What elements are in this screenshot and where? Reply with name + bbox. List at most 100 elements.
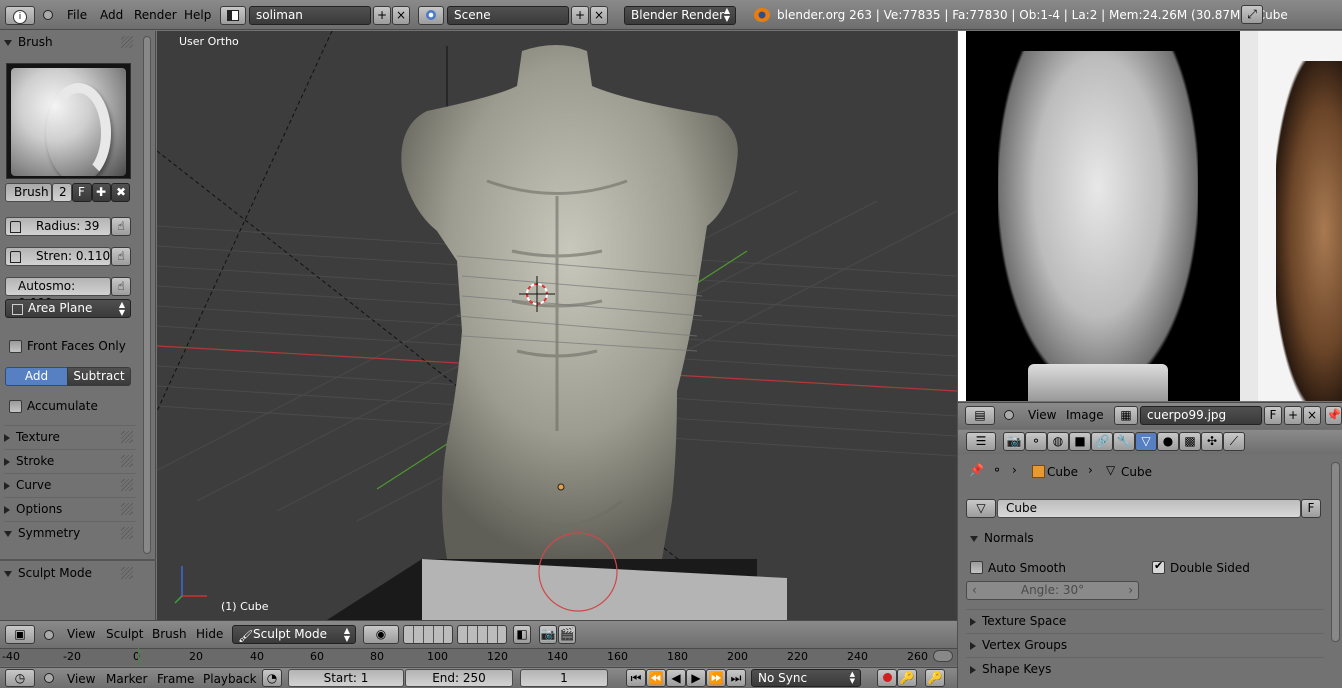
image-pin-button[interactable]: 📌 <box>1325 406 1342 425</box>
curve-panel-header[interactable]: Curve <box>4 473 136 496</box>
properties-scrollbar[interactable] <box>1331 462 1340 642</box>
sync-mode-dropdown[interactable]: No Sync ▲ ▼ <box>751 669 861 687</box>
symmetry-panel-header[interactable]: Symmetry <box>4 521 136 544</box>
menu-add[interactable]: Add <box>100 0 123 30</box>
auto-keying-button[interactable] <box>877 669 897 687</box>
menu-file[interactable]: File <box>67 0 87 30</box>
jump-start-button[interactable]: ⏮ <box>626 669 646 687</box>
mesh-data-tab-icon[interactable]: ▽ <box>1135 432 1157 451</box>
layers-group-a[interactable] <box>403 625 453 644</box>
viewport-menu-sculpt[interactable]: Sculpt <box>106 627 143 641</box>
strength-pressure-toggle[interactable]: ☝ <box>111 247 131 266</box>
screen-layout-button[interactable] <box>220 6 246 25</box>
brush-name-field[interactable]: Brush <box>5 183 52 202</box>
object-tab-icon[interactable]: ■ <box>1069 432 1091 451</box>
brush-preview[interactable] <box>6 63 131 179</box>
material-tab-icon[interactable]: ● <box>1157 432 1179 451</box>
render-engine-dropdown[interactable]: Blender Render ▲ ▼ <box>624 6 736 25</box>
viewport-menu-hide[interactable]: Hide <box>196 627 223 641</box>
layers-group-b[interactable] <box>457 625 507 644</box>
double-sided-checkbox[interactable]: ✔ <box>1152 559 1165 574</box>
auto-smooth-checkbox[interactable] <box>970 561 983 574</box>
viewport-3d[interactable]: User Ortho (1) Cube <box>157 31 957 620</box>
stroke-panel-header[interactable]: Stroke <box>4 449 136 472</box>
fullscreen-button[interactable]: ⤢ <box>1241 5 1263 24</box>
insert-keyframe-button[interactable]: 🔑 <box>925 669 945 687</box>
sculpt-mode-panel-header[interactable]: Sculpt Mode <box>4 562 136 584</box>
timeline-ruler[interactable]: -40 -20 0 20 40 60 80 100 120 140 160 18… <box>0 648 957 666</box>
viewport-menu-brush[interactable]: Brush <box>152 627 187 641</box>
timeline-menu-view[interactable]: View <box>67 672 95 686</box>
sculpt-plane-dropdown[interactable]: Area Plane ▲ ▼ <box>5 299 131 318</box>
image-fake-user-button[interactable]: F <box>1264 406 1282 425</box>
shape-keys-panel-header[interactable]: Shape Keys <box>966 657 1324 679</box>
timeline-menu-frame[interactable]: Frame <box>157 672 194 686</box>
brush-add-button[interactable]: ✚ <box>92 183 111 202</box>
image-unlink-button[interactable]: × <box>1303 406 1321 425</box>
current-frame-field[interactable]: 1 <box>520 669 608 687</box>
mesh-name-field[interactable]: Cube <box>997 499 1301 518</box>
render-image-button[interactable]: 📷 <box>539 625 557 644</box>
remove-scene-button[interactable]: × <box>590 6 608 25</box>
brush-remove-button[interactable]: ✖ <box>111 183 130 202</box>
timeline-scrollbar[interactable] <box>933 650 953 662</box>
current-frame-marker[interactable] <box>138 648 139 666</box>
scene-browse-button[interactable] <box>418 6 444 25</box>
timeline-menu-marker[interactable]: Marker <box>106 672 147 686</box>
brush-fake-user-button[interactable]: F <box>72 183 92 202</box>
opengl-render-button[interactable]: ◧ <box>513 625 531 644</box>
autosmooth-slider[interactable]: Autosmo: 0.000 <box>5 277 111 310</box>
options-panel-header[interactable]: Options <box>4 497 136 520</box>
image-menu-view[interactable]: View <box>1028 408 1056 422</box>
preview-range-button[interactable]: ◔ <box>262 669 282 687</box>
autosmooth-pressure-toggle[interactable]: ☝ <box>111 277 131 296</box>
particles-tab-icon[interactable]: ✣ <box>1201 432 1223 451</box>
collapse-menu-icon[interactable] <box>44 673 54 683</box>
front-faces-checkbox[interactable] <box>9 340 22 353</box>
menu-render[interactable]: Render <box>134 0 177 30</box>
texture-space-panel-header[interactable]: Texture Space <box>966 609 1324 631</box>
modifiers-tab-icon[interactable]: 🔧 <box>1113 432 1135 451</box>
texture-panel-header[interactable]: Texture <box>4 425 136 448</box>
mode-dropdown[interactable]: 🖌 Sculpt Mode ▲ ▼ <box>232 625 356 644</box>
editor-type-3d-button[interactable]: ▣ <box>5 625 35 644</box>
scene-name-field[interactable]: Scene <box>447 6 569 25</box>
subtract-stroke-button[interactable]: Subtract <box>67 367 131 386</box>
brush-panel-header[interactable]: Brush <box>4 31 136 53</box>
strength-slider[interactable]: Stren: 0.110 <box>5 247 111 266</box>
editor-type-timeline-button[interactable]: ◷ <box>5 669 35 687</box>
add-screen-button[interactable]: + <box>373 6 391 25</box>
add-scene-button[interactable]: + <box>571 6 589 25</box>
end-frame-field[interactable]: End: 250 <box>405 669 513 687</box>
scene-tab-icon[interactable]: ⚬ <box>1025 432 1047 451</box>
jump-keyframe-forward-button[interactable]: ⏩ <box>706 669 726 687</box>
mesh-fake-user-button[interactable]: F <box>1301 499 1321 518</box>
image-new-button[interactable]: + <box>1284 406 1302 425</box>
viewport-menu-view[interactable]: View <box>67 627 95 641</box>
menu-help[interactable]: Help <box>184 0 211 30</box>
start-frame-field[interactable]: Start: 1 <box>288 669 404 687</box>
timeline-menu-playback[interactable]: Playback <box>203 672 257 686</box>
render-tab-icon[interactable]: 📷 <box>1003 432 1025 451</box>
remove-screen-button[interactable]: × <box>392 6 410 25</box>
mesh-browse-button[interactable]: ▽ <box>966 499 996 518</box>
add-stroke-button[interactable]: Add <box>5 367 68 386</box>
brush-users-field[interactable]: 2 <box>52 183 72 202</box>
screen-name-field[interactable]: soliman <box>249 6 371 25</box>
collapse-menu-icon[interactable] <box>1004 410 1014 420</box>
viewport-shading-button[interactable]: ◉ <box>363 625 399 644</box>
play-reverse-button[interactable]: ◀ <box>666 669 686 687</box>
image-editor[interactable] <box>958 31 1342 401</box>
editor-type-properties-button[interactable]: ☰ <box>966 432 996 451</box>
pin-icon[interactable]: 📌 <box>969 463 984 477</box>
texture-tab-icon[interactable]: ▩ <box>1179 432 1201 451</box>
image-name-field[interactable]: cuerpo99.jpg <box>1140 406 1262 425</box>
editor-type-image-button[interactable]: ▤ <box>965 406 995 425</box>
tool-shelf-scrollbar[interactable] <box>143 36 151 554</box>
jump-end-button[interactable]: ⏭ <box>726 669 746 687</box>
accumulate-checkbox[interactable] <box>9 400 22 413</box>
render-animation-button[interactable]: 🎬 <box>558 625 576 644</box>
vertex-groups-panel-header[interactable]: Vertex Groups <box>966 633 1324 655</box>
radius-slider[interactable]: Radius: 39 <box>5 217 111 236</box>
image-browse-button[interactable]: ▦ <box>1114 406 1138 425</box>
